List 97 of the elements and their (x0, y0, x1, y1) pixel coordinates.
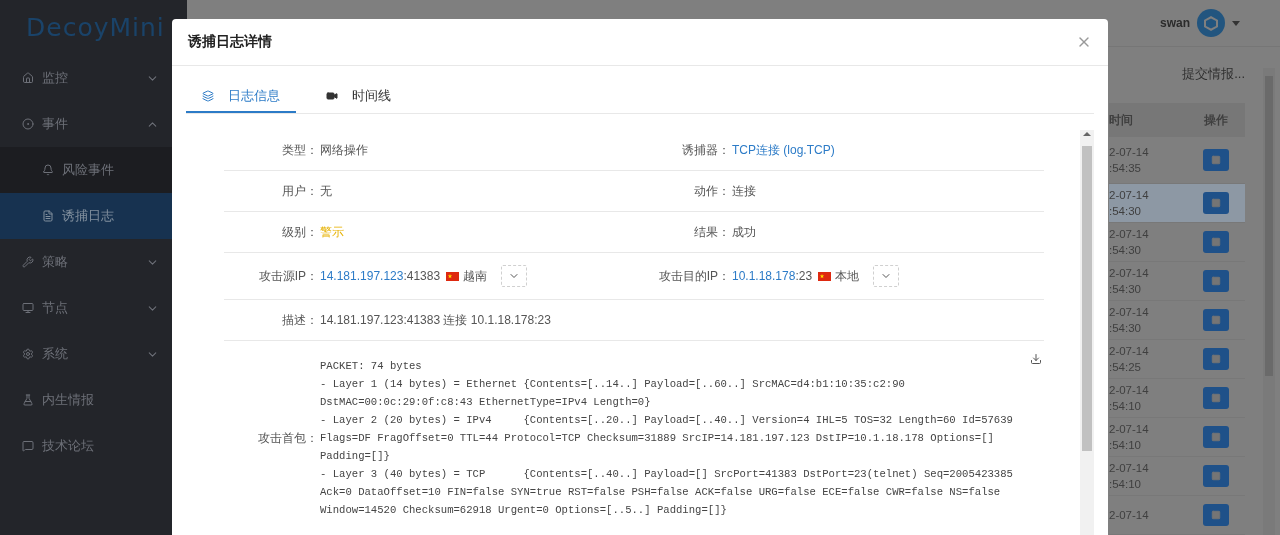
dialog-title: 诱捕日志详情 (188, 33, 272, 51)
view-button[interactable] (1203, 426, 1229, 448)
square-icon (1211, 276, 1221, 286)
square-icon (1211, 510, 1221, 520)
time-text: :54:30 (1109, 204, 1141, 219)
field-label: 结果： (693, 223, 730, 241)
packet-dump: PACKET: 74 bytes - Layer 1 (14 bytes) = Ethernet {Contents=[..14..] Payload=[..60..] SrcMAC=d4:b1:10:35:c2:90 DstMAC=00:0c:29:0f:c8:43 EthernetType=IPv4 Length=0} - Layer 2 (20 bytes) = IPv4 {Contents=[..20..] Payload=[..40..] Version=4 IHL=5 TOS=32 Length=60 Id=57639 Flags=DF FragOffset=0 TTL=44 Protocol=TCP Checksum=31889 SrcIP=14.181.197.123 DstIP=10.1.18.178 Options=[] Padding=[]} - Layer 3 (40 bytes) = TCP {Contents=[..40..] Payload=[] SrcPort=41383 DstPort=23(telnet) Seq=2005423385 Ack=0 DataOffset=10 FIN=false SYN=true RST=false PSH=false ACK=false URG=false ECE=false CWR=false NS=false Window=14520 Checksum=62918 Urgent=0 Options=[..5..] Padding=[]} (320, 359, 1014, 518)
sidebar-item[interactable]: 系统 (0, 331, 187, 377)
view-button[interactable] (1203, 309, 1229, 331)
square-icon (1211, 471, 1221, 481)
square-icon (1211, 198, 1221, 208)
home-icon (22, 72, 34, 84)
view-button[interactable] (1203, 465, 1229, 487)
field-label: 描述： (281, 311, 318, 329)
document-icon (42, 210, 54, 222)
field-value: 成功 (732, 223, 756, 241)
flag-icon (818, 271, 832, 281)
date-text: 2-07-14 (1109, 266, 1149, 281)
square-icon (1211, 393, 1221, 403)
download-button[interactable] (1030, 353, 1042, 365)
sidebar-item[interactable]: 策略 (0, 239, 187, 285)
view-button[interactable] (1203, 387, 1229, 409)
date-text: 2-07-14 (1109, 383, 1149, 398)
avatar-icon[interactable] (1196, 8, 1226, 38)
sidebar-item[interactable]: 技术论坛 (0, 423, 187, 469)
column-header: 操作 (1204, 113, 1228, 128)
submit-intel-link[interactable]: 提交情报... (1182, 65, 1245, 83)
sidebar-item[interactable]: 内生情报 (0, 377, 187, 423)
dropdown-button[interactable] (873, 265, 900, 287)
caret-icon[interactable] (1232, 20, 1240, 26)
square-icon (1211, 432, 1221, 442)
sidebar-item[interactable]: 事件 (0, 101, 187, 147)
view-button[interactable] (1203, 192, 1229, 214)
square-icon (1211, 237, 1221, 247)
view-button[interactable] (1203, 231, 1229, 253)
port-text: :23 (795, 269, 813, 283)
column-header: 时间 (1109, 113, 1133, 128)
field-value: 警示 (320, 223, 344, 241)
time-text: :54:10 (1109, 399, 1141, 414)
time-text: :54:35 (1109, 161, 1141, 176)
view-button[interactable] (1203, 504, 1229, 526)
time-text: :54:25 (1109, 360, 1141, 375)
time-text: :54:10 (1109, 438, 1141, 453)
field-label: 级别： (281, 223, 318, 241)
layers-icon (202, 89, 214, 102)
table-row[interactable]: 2-07-14 :54:30 (1109, 184, 1245, 223)
time-text: :54:30 (1109, 321, 1141, 336)
flask-icon (22, 394, 34, 406)
date-text: 2-07-14 (1109, 344, 1149, 359)
flag-icon (446, 271, 460, 281)
port-text: :41383 (403, 269, 441, 283)
monitor-icon (22, 302, 34, 314)
camera-icon (326, 89, 338, 102)
field-label: 动作： (693, 182, 730, 200)
user-name[interactable]: swan (1160, 16, 1190, 30)
tools-icon (22, 256, 34, 268)
country-text: 越南 (463, 267, 488, 285)
time-text: :54:30 (1109, 282, 1141, 297)
target-icon (22, 118, 34, 130)
time-text: :54:10 (1109, 477, 1141, 492)
date-text: 2-07-14 (1109, 145, 1149, 160)
dropdown-button[interactable] (501, 265, 528, 287)
ip-link[interactable]: 14.181.197.123 (320, 269, 404, 283)
date-text: 2-07-14 (1109, 227, 1149, 242)
sidebar-item[interactable]: 监控 (0, 55, 187, 101)
field-label: 攻击源IP： (257, 267, 318, 285)
sidebar-item[interactable]: 节点 (0, 285, 187, 331)
scrollbar[interactable] (1080, 130, 1094, 535)
field-value: 无 (320, 182, 332, 200)
date-text: 2-07-14 (1109, 188, 1149, 203)
ip-link[interactable]: 10.1.18.178 (732, 269, 796, 283)
view-button[interactable] (1203, 348, 1229, 370)
bell-icon (42, 164, 54, 176)
date-text: 2-07-14 (1109, 461, 1149, 476)
gear-icon (22, 348, 34, 360)
field-value: 14.181.197.123:41383 连接 10.1.18.178:23 (320, 311, 551, 329)
date-text: 2-07-14 (1109, 508, 1149, 523)
field-label: 用户： (281, 182, 318, 200)
square-icon (1211, 315, 1221, 325)
view-button[interactable] (1203, 270, 1229, 292)
square-icon (1211, 155, 1221, 165)
field-label: 攻击首包： (257, 429, 318, 447)
tab[interactable]: 日志信息 (186, 80, 296, 113)
field-value: 连接 (732, 182, 756, 200)
time-text: :54:30 (1109, 243, 1141, 258)
trap-link[interactable]: TCP连接 (log.TCP) (732, 141, 835, 159)
square-icon (1211, 354, 1221, 364)
tab[interactable]: 时间线 (310, 80, 407, 113)
country-text: 本地 (835, 267, 860, 285)
chat-icon (22, 440, 34, 452)
date-text: 2-07-14 (1109, 305, 1149, 320)
field-label: 诱捕器： (681, 141, 730, 159)
view-button[interactable] (1203, 149, 1229, 171)
date-text: 2-07-14 (1109, 422, 1149, 437)
field-value: 网络操作 (320, 141, 368, 159)
field-label: 攻击目的IP： (657, 267, 730, 285)
field-label: 类型： (281, 141, 318, 159)
